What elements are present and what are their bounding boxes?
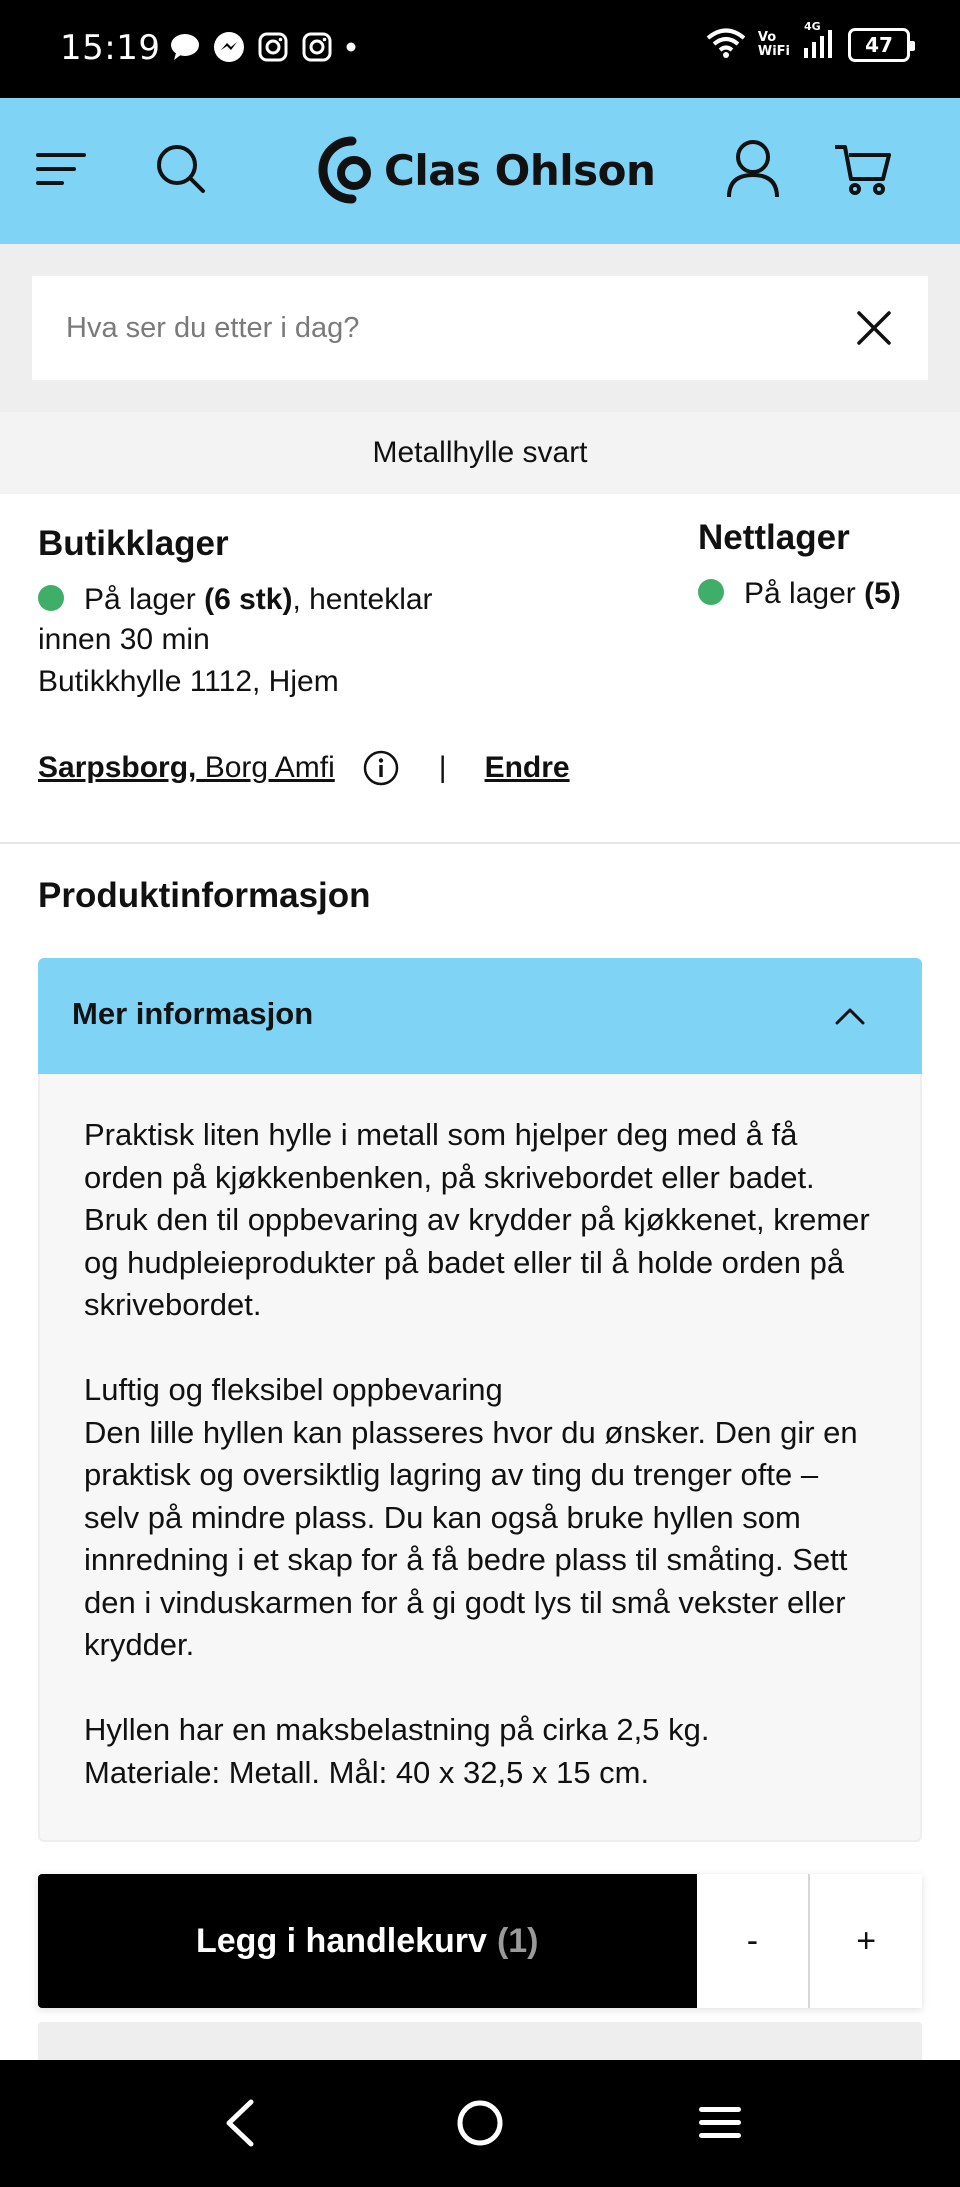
home-icon [457, 2100, 503, 2146]
account-button[interactable] [718, 134, 788, 204]
description-heading: Luftig og fleksibel oppbevaring [84, 1372, 503, 1407]
description-material: Materiale: Metall. Mål: 40 x 32,5 x 15 c… [84, 1754, 650, 1790]
battery-level: 47 [865, 33, 893, 57]
web-stock: Nettlager På lager (5) [698, 518, 948, 614]
store-stock-title: Butikklager [38, 524, 229, 563]
cart-button[interactable] [828, 134, 898, 204]
add-to-cart-label: Legg i handlekurv [196, 1921, 487, 1960]
search-box [32, 276, 928, 380]
description-paragraph: Praktisk liten hylle i metall som hjelpe… [84, 1117, 870, 1322]
search-area [0, 244, 960, 412]
store-mall: Borg Amfi [196, 751, 335, 784]
cart-icon [835, 145, 891, 195]
instagram-icon [300, 30, 334, 64]
clear-search-button[interactable] [850, 304, 898, 352]
user-icon [727, 140, 779, 198]
in-stock-dot-icon [38, 585, 64, 611]
dot-icon [344, 30, 358, 64]
status-time: 15:19 [60, 28, 161, 68]
more-info-content: Praktisk liten hylle i metall som hjelpe… [38, 1074, 922, 1842]
cart-bar: Legg i handlekurv (1) - + [38, 1874, 923, 2008]
home-button[interactable] [440, 2088, 520, 2158]
store-name-link[interactable]: Sarpsborg, Borg Amfi [38, 751, 335, 785]
menu-icon [36, 153, 86, 185]
network-type: 4G [804, 20, 821, 33]
notification-icons [168, 30, 358, 64]
change-store-link[interactable]: Endre [485, 751, 570, 785]
store-links: Sarpsborg, Borg Amfi | Endre [38, 750, 570, 786]
store-stock-status: På lager (6 stk), henteklar innen 30 min [38, 580, 508, 660]
store-shelf: Butikkhylle 1112, Hjem [38, 665, 339, 698]
stock-section: Butikklager På lager (6 stk), henteklar … [0, 494, 960, 844]
separator: | [438, 751, 447, 784]
search-input[interactable] [66, 276, 826, 380]
store-count: (6 stk) [204, 583, 293, 616]
add-to-cart-button[interactable]: Legg i handlekurv (1) [38, 1874, 697, 2008]
status-bar: 15:19 Vo WiFi 4G 47 [0, 0, 960, 98]
description-paragraph: Den lille hyllen kan plasseres hvor du ø… [84, 1414, 858, 1663]
battery-icon: 47 [848, 28, 915, 62]
recents-button[interactable] [680, 2088, 760, 2158]
vowifi-label: Vo WiFi [757, 30, 790, 59]
web-status-text: På lager [744, 577, 856, 610]
web-count: (5) [864, 577, 901, 610]
menu-button[interactable] [26, 134, 96, 204]
store-stock: Butikklager På lager (6 stk), henteklar … [38, 524, 658, 702]
store-status-text: På lager [84, 583, 196, 616]
product-info-title: Produktinformasjon [38, 876, 371, 915]
recents-icon [699, 2107, 741, 2138]
decrease-quantity-button[interactable]: - [696, 1874, 809, 2008]
cart-quantity: (1) [496, 1921, 539, 1960]
status-right: Vo WiFi 4G 47 [706, 20, 915, 64]
brand-name: Clas Ohlson [384, 145, 656, 195]
back-button[interactable] [200, 2088, 280, 2158]
in-stock-dot-icon [698, 579, 724, 605]
next-section-peek [38, 2022, 922, 2062]
back-icon [226, 2099, 254, 2147]
accordion-title: Mer informasjon [72, 996, 314, 1031]
clas-ohlson-logo-icon [318, 136, 371, 204]
instagram-icon [256, 30, 290, 64]
system-nav-bar [0, 2060, 960, 2187]
app-header: Clas Ohlson [0, 98, 960, 244]
messenger-icon [212, 30, 246, 64]
product-title: Metallhylle svart [0, 412, 960, 494]
chat-bubble-icon [168, 30, 202, 64]
web-stock-title: Nettlager [698, 518, 850, 557]
store-city: Sarpsborg, [38, 751, 197, 784]
wifi-icon [706, 27, 746, 63]
search-button[interactable] [146, 134, 216, 204]
increase-quantity-button[interactable]: + [810, 1874, 923, 2008]
close-icon [857, 311, 891, 345]
description-load: Hyllen har en maksbelastning på cirka 2,… [84, 1712, 710, 1747]
chevron-up-icon [830, 996, 870, 1036]
web-stock-status: På lager (5) [698, 574, 948, 614]
search-icon [157, 145, 205, 193]
info-icon[interactable] [363, 750, 399, 786]
more-info-accordion-header[interactable]: Mer informasjon [38, 958, 922, 1074]
signal-icon: 4G [802, 20, 836, 64]
brand-logo[interactable]: Clas Ohlson [318, 134, 656, 206]
